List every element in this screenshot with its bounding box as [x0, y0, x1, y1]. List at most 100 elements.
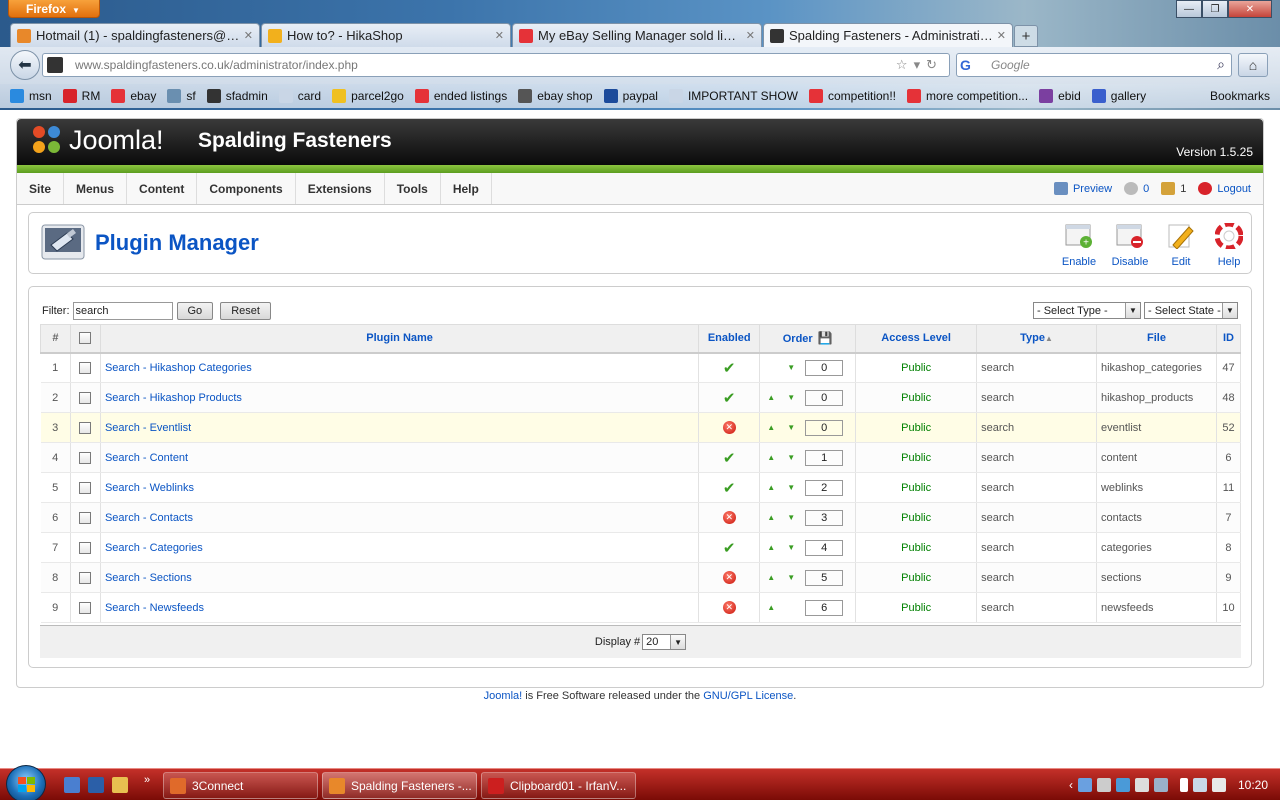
browser-tab[interactable]: My eBay Selling Manager sold listings...…: [512, 23, 762, 47]
menu-item-tools[interactable]: Tools: [385, 173, 441, 204]
quicklaunch-more-icon[interactable]: »: [144, 774, 150, 786]
move-up-icon[interactable]: ▲: [765, 423, 777, 432]
tray-wifi-icon[interactable]: [1192, 778, 1207, 792]
bookmark-item[interactable]: ebay: [111, 89, 156, 103]
bookmark-item[interactable]: competition!!: [808, 89, 896, 103]
select-state-dropdown[interactable]: - Select State - ▼: [1144, 302, 1238, 319]
browser-tab[interactable]: Hotmail (1) - spaldingfasteners@hot... ✕: [10, 23, 260, 47]
close-window-button[interactable]: ✕: [1228, 0, 1272, 18]
tray-display-icon[interactable]: [1134, 778, 1149, 792]
taskbar-button[interactable]: 3Connect: [163, 772, 318, 799]
move-up-icon[interactable]: ▲: [765, 603, 777, 612]
bookmark-star-icon[interactable]: ☆▾↻: [896, 57, 943, 73]
bookmark-item[interactable]: gallery: [1091, 89, 1146, 103]
browser-tab[interactable]: Spalding Fasteners - Administration ✕: [763, 23, 1013, 47]
menu-item-help[interactable]: Help: [441, 173, 492, 204]
access-level-link[interactable]: Public: [855, 562, 978, 593]
plugin-name-link[interactable]: Search - Categories: [100, 532, 700, 563]
select-type-dropdown[interactable]: - Select Type - ▼: [1033, 302, 1141, 319]
bookmark-item[interactable]: ebay shop: [518, 89, 593, 103]
row-checkbox[interactable]: [79, 421, 92, 434]
firefox-menu-button[interactable]: Firefox ▼: [8, 0, 100, 18]
access-level-link[interactable]: Public: [855, 442, 978, 473]
bookmark-item[interactable]: ended listings: [414, 89, 507, 103]
quicklaunch-word-icon[interactable]: [88, 777, 104, 793]
tray-volume-icon[interactable]: [1211, 778, 1226, 792]
plugin-name-link[interactable]: Search - Weblinks: [100, 472, 700, 503]
move-down-icon[interactable]: ▼: [785, 363, 797, 372]
move-down-icon[interactable]: ▼: [785, 453, 797, 462]
edit-button[interactable]: Edit: [1156, 223, 1206, 268]
disabled-cross-icon[interactable]: ✕: [722, 511, 736, 524]
order-input[interactable]: 2: [805, 479, 844, 496]
menu-item-menus[interactable]: Menus: [64, 173, 128, 204]
row-checkbox[interactable]: [79, 391, 92, 404]
move-up-icon[interactable]: ▲: [765, 543, 777, 552]
bookmark-item[interactable]: parcel2go: [332, 89, 404, 103]
row-checkbox[interactable]: [79, 361, 92, 374]
header-order[interactable]: Order 💾: [759, 324, 857, 354]
minimize-button[interactable]: —: [1176, 0, 1202, 18]
disabled-cross-icon[interactable]: ✕: [722, 601, 736, 614]
plugin-name-link[interactable]: Search - Hikashop Categories: [100, 352, 700, 383]
order-input[interactable]: 5: [805, 569, 844, 586]
preview-link[interactable]: Preview: [1053, 182, 1112, 195]
tab-close-icon[interactable]: ✕: [997, 29, 1006, 42]
enabled-tick-icon[interactable]: ✔: [723, 450, 736, 467]
access-level-link[interactable]: Public: [855, 502, 978, 533]
move-up-icon[interactable]: ▲: [765, 483, 777, 492]
move-down-icon[interactable]: ▼: [785, 483, 797, 492]
order-input[interactable]: 3: [805, 509, 844, 526]
plugin-name-link[interactable]: Search - Newsfeeds: [100, 592, 700, 623]
gpl-license-link[interactable]: GNU/GPL License: [703, 690, 793, 702]
enabled-tick-icon[interactable]: ✔: [723, 360, 736, 377]
bookmark-item[interactable]: ebid: [1039, 89, 1081, 103]
row-checkbox[interactable]: [79, 481, 92, 494]
header-file[interactable]: File: [1095, 324, 1217, 354]
move-down-icon[interactable]: ▼: [785, 543, 797, 552]
access-level-link[interactable]: Public: [855, 352, 978, 383]
search-input[interactable]: G Google ⌕: [956, 53, 1232, 77]
display-count-select[interactable]: 20 ▼: [642, 634, 687, 650]
move-up-icon[interactable]: ▲: [765, 453, 777, 462]
enabled-tick-icon[interactable]: ✔: [723, 480, 736, 497]
reset-button[interactable]: Reset: [220, 302, 271, 320]
bookmark-item[interactable]: paypal: [603, 89, 658, 103]
access-level-link[interactable]: Public: [855, 592, 978, 623]
header-access-level[interactable]: Access Level: [855, 324, 978, 354]
move-up-icon[interactable]: ▲: [765, 573, 777, 582]
access-level-link[interactable]: Public: [855, 532, 978, 563]
header-plugin-name[interactable]: Plugin Name: [99, 324, 700, 354]
access-level-link[interactable]: Public: [855, 382, 978, 413]
order-input[interactable]: 0: [805, 359, 844, 376]
move-down-icon[interactable]: ▼: [785, 393, 797, 402]
tray-battery-icon[interactable]: [1179, 778, 1188, 792]
menu-item-components[interactable]: Components: [197, 173, 296, 204]
order-input[interactable]: 6: [805, 599, 844, 616]
plugin-name-link[interactable]: Search - Eventlist: [100, 412, 700, 443]
select-all-checkbox[interactable]: [79, 332, 92, 345]
bookmark-item[interactable]: more competition...: [907, 89, 1028, 103]
quicklaunch-desktop-icon[interactable]: [64, 777, 80, 793]
taskbar-button[interactable]: Spalding Fasteners -...: [322, 772, 477, 799]
enable-button[interactable]: + Enable: [1054, 223, 1104, 268]
row-checkbox[interactable]: [79, 571, 92, 584]
order-input[interactable]: 0: [805, 389, 844, 406]
taskbar-button[interactable]: Clipboard01 - IrfanV...: [481, 772, 636, 799]
plugin-name-link[interactable]: Search - Content: [100, 442, 700, 473]
quicklaunch-folder-icon[interactable]: [112, 777, 128, 793]
tab-close-icon[interactable]: ✕: [746, 29, 755, 42]
tray-bluetooth-icon[interactable]: [1115, 778, 1130, 792]
menu-item-site[interactable]: Site: [17, 173, 65, 204]
enabled-tick-icon[interactable]: ✔: [723, 390, 736, 407]
order-input[interactable]: 0: [805, 419, 844, 436]
search-engine-icon[interactable]: G: [960, 57, 971, 73]
plugin-name-link[interactable]: Search - Hikashop Products: [100, 382, 700, 413]
order-input[interactable]: 1: [805, 449, 844, 466]
plugin-name-link[interactable]: Search - Sections: [100, 562, 700, 593]
access-level-link[interactable]: Public: [855, 412, 978, 443]
row-checkbox[interactable]: [79, 541, 92, 554]
row-checkbox[interactable]: [79, 511, 92, 524]
new-tab-button[interactable]: +: [1014, 25, 1038, 47]
tray-security-icon[interactable]: [1153, 778, 1168, 792]
